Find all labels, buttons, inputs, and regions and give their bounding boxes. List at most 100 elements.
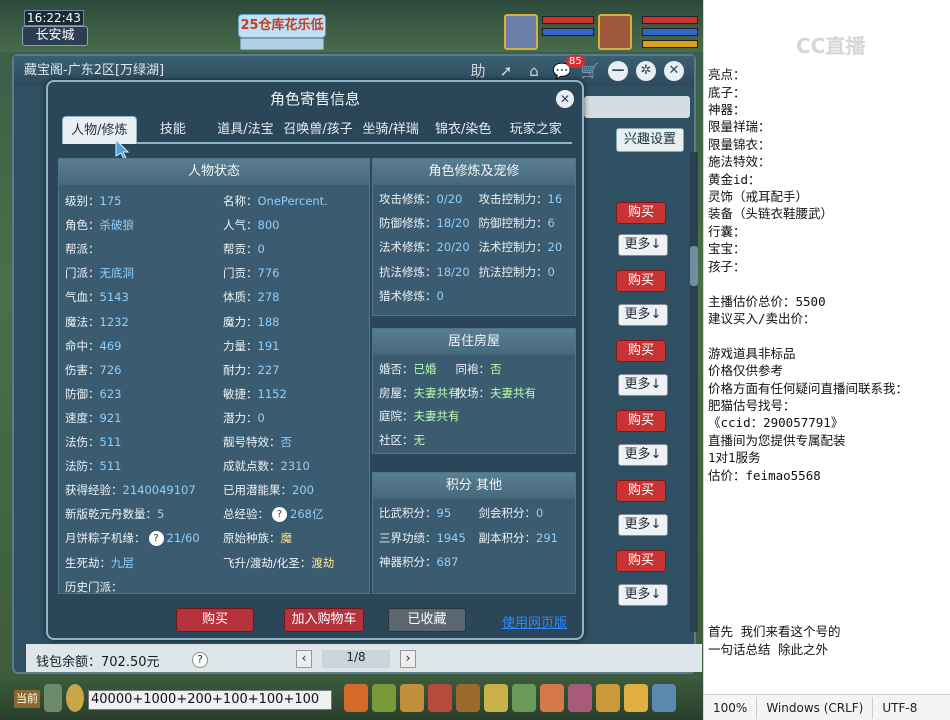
status-row: 历史门派： bbox=[65, 577, 123, 597]
status-row: 新版乾元丹数量：5 bbox=[65, 504, 164, 524]
list-more-button[interactable]: 更多↓ bbox=[618, 374, 668, 396]
character-status-panel: 人物状态 级别：175 角色：杀破狼 帮派： 门派：无底洞 气血：5143 魔法：1232… bbox=[58, 158, 370, 594]
info-row: 防御修炼：18/20 防御控制力：6 bbox=[379, 213, 555, 233]
toolbar-icon-4[interactable] bbox=[428, 684, 452, 712]
event-banner[interactable]: 25仓库花乐低 bbox=[238, 14, 326, 38]
info-row: 抗法修炼：18/20 抗法控制力：0 bbox=[379, 262, 555, 282]
tab-summons[interactable]: 召唤兽/孩子 bbox=[281, 116, 355, 144]
toolbar-icon-1[interactable] bbox=[344, 684, 368, 712]
stat-value: 渡劫 bbox=[311, 555, 335, 570]
toolbar-icon-6[interactable] bbox=[484, 684, 508, 712]
dialog-close-icon[interactable]: ✕ bbox=[556, 90, 574, 108]
info-label: 攻击修炼： bbox=[379, 192, 437, 206]
help-icon[interactable]: 助 bbox=[468, 61, 488, 81]
stat-label: 体质： bbox=[223, 290, 258, 305]
help-icon[interactable]: ? bbox=[148, 531, 164, 547]
home-icon[interactable]: ⌂ bbox=[524, 61, 544, 81]
help-icon[interactable]: ? bbox=[272, 507, 287, 523]
info-value: 20 bbox=[547, 240, 563, 255]
tab-items[interactable]: 道具/法宝 bbox=[209, 116, 282, 144]
add-to-cart-button[interactable]: 加入购物车 bbox=[284, 608, 364, 632]
toolbar-icon-8[interactable] bbox=[540, 684, 564, 712]
wallet-help-icon[interactable]: ? bbox=[192, 652, 208, 668]
list-scrollbar[interactable] bbox=[690, 152, 698, 632]
list-buy-button[interactable]: 购买 bbox=[616, 410, 666, 432]
list-buy-button[interactable]: 购买 bbox=[616, 550, 666, 572]
list-buy-button[interactable]: 购买 bbox=[616, 480, 666, 502]
info-label: 神器积分： bbox=[379, 555, 437, 569]
encoding: UTF-8 bbox=[882, 700, 918, 715]
toolbar-icon-11[interactable] bbox=[624, 684, 648, 712]
toolbar-icon-3[interactable] bbox=[400, 684, 424, 712]
info-label: 副本积分： bbox=[478, 530, 537, 545]
mouse-cursor-icon bbox=[115, 138, 130, 160]
toolbar-icon-9[interactable] bbox=[568, 684, 592, 712]
chat-badge: 85 bbox=[566, 55, 585, 68]
list-more-button[interactable]: 更多↓ bbox=[618, 444, 668, 466]
web-version-link[interactable]: 使用网页版 bbox=[502, 612, 567, 631]
info-label: 庭院： bbox=[379, 409, 414, 424]
tab-skills[interactable]: 技能 bbox=[136, 116, 210, 144]
list-more-button[interactable]: 更多↓ bbox=[618, 514, 668, 536]
chat-input[interactable]: 40000+1000+200+100+100+100 bbox=[88, 690, 332, 710]
stat-value: 623 bbox=[99, 386, 122, 401]
game-top-bar: 16:22:43 长安城 25仓库花乐低 bbox=[0, 0, 703, 52]
house-panel: 居住房屋 婚否：已婚 同袍：否 房屋：夫妻共有牧场：夫妻共有 庭院：夫妻共有 社区：无 bbox=[372, 328, 576, 454]
toolbar-icon-2[interactable] bbox=[372, 684, 396, 712]
toolbar-icon-10[interactable] bbox=[596, 684, 620, 712]
emoji-icon[interactable] bbox=[66, 684, 84, 712]
status-row: 帮贡：0 bbox=[223, 239, 265, 259]
interest-settings-button[interactable]: 兴趣设置 bbox=[616, 128, 684, 152]
list-more-button[interactable]: 更多↓ bbox=[618, 234, 668, 256]
status-row: 气血：5143 bbox=[65, 287, 129, 307]
chat-channel-button[interactable]: 当前 bbox=[14, 690, 40, 708]
tab-player-home[interactable]: 玩家之家 bbox=[499, 116, 573, 144]
wallet-balance: 钱包余额：702.50元 bbox=[36, 655, 160, 670]
search-bar[interactable] bbox=[584, 96, 690, 118]
next-page-button[interactable]: › bbox=[400, 650, 416, 668]
house-header: 居住房屋 bbox=[373, 329, 575, 355]
toolbar-icon-7[interactable] bbox=[512, 684, 536, 712]
status-row: 获得经验：2140049107 bbox=[65, 480, 196, 500]
current-city[interactable]: 长安城 bbox=[22, 26, 88, 46]
chat-icon[interactable]: 💬 85 bbox=[552, 55, 585, 81]
game-window: 16:22:43 长安城 25仓库花乐低 藏宝阁-广东2区[万绿湖] 助 ➚ ⌂… bbox=[0, 0, 703, 720]
stat-label: 获得经验： bbox=[65, 483, 123, 498]
status-row: 防御：623 bbox=[65, 384, 121, 404]
minimize-icon[interactable]: — bbox=[608, 61, 628, 81]
stat-label: 成就点数： bbox=[223, 459, 281, 474]
info-value: 0/20 bbox=[436, 192, 463, 206]
share-icon[interactable]: ➚ bbox=[496, 61, 516, 81]
tab-outfits[interactable]: 锦衣/染色 bbox=[426, 116, 500, 144]
list-buy-button[interactable]: 购买 bbox=[616, 340, 666, 362]
list-more-button[interactable]: 更多↓ bbox=[618, 584, 668, 606]
favorited-button[interactable]: 已收藏 bbox=[388, 608, 466, 632]
list-buy-button[interactable]: 购买 bbox=[616, 270, 666, 292]
notepad-window[interactable]: CC直播 亮点： 底子： 神器： 限量祥瑞： 限量锦衣： 施法特效： 黄金id：… bbox=[703, 0, 950, 720]
pet-mp-bar bbox=[542, 28, 594, 36]
info-label: 同袍： bbox=[455, 362, 491, 376]
tab-mounts[interactable]: 坐骑/祥瑞 bbox=[354, 116, 427, 144]
close-icon[interactable]: ✕ bbox=[664, 61, 684, 81]
pet-avatar-icon[interactable] bbox=[504, 14, 538, 50]
stat-value: 188 bbox=[257, 314, 280, 329]
list-more-button[interactable]: 更多↓ bbox=[618, 304, 668, 326]
status-row: 生死劫：九层 bbox=[65, 553, 134, 573]
stat-value: 800 bbox=[257, 218, 280, 233]
info-label: 社区： bbox=[379, 432, 414, 447]
info-row: 婚否：已婚 同袍：否 bbox=[379, 359, 502, 379]
notepad-text[interactable]: 亮点： 底子： 神器： 限量祥瑞： 限量锦衣： 施法特效： 黄金id： 灵饰（戒… bbox=[708, 66, 950, 658]
player-avatar-icon[interactable] bbox=[598, 14, 632, 50]
status-row: 速度：921 bbox=[65, 408, 121, 428]
toolbar-icon-5[interactable] bbox=[456, 684, 480, 712]
settings-icon[interactable]: ✲ bbox=[636, 61, 656, 81]
toolbar-icon-12[interactable] bbox=[652, 684, 676, 712]
list-buy-button[interactable]: 购买 bbox=[616, 202, 666, 224]
prev-page-button[interactable]: ‹ bbox=[296, 650, 312, 668]
buy-button[interactable]: 购买 bbox=[176, 608, 254, 632]
list-scroll-thumb[interactable] bbox=[690, 246, 698, 286]
info-label: 法术控制力： bbox=[478, 240, 548, 255]
stat-value: 175 bbox=[99, 194, 122, 208]
stat-value: 2310 bbox=[280, 459, 310, 474]
mic-icon[interactable] bbox=[44, 684, 62, 712]
